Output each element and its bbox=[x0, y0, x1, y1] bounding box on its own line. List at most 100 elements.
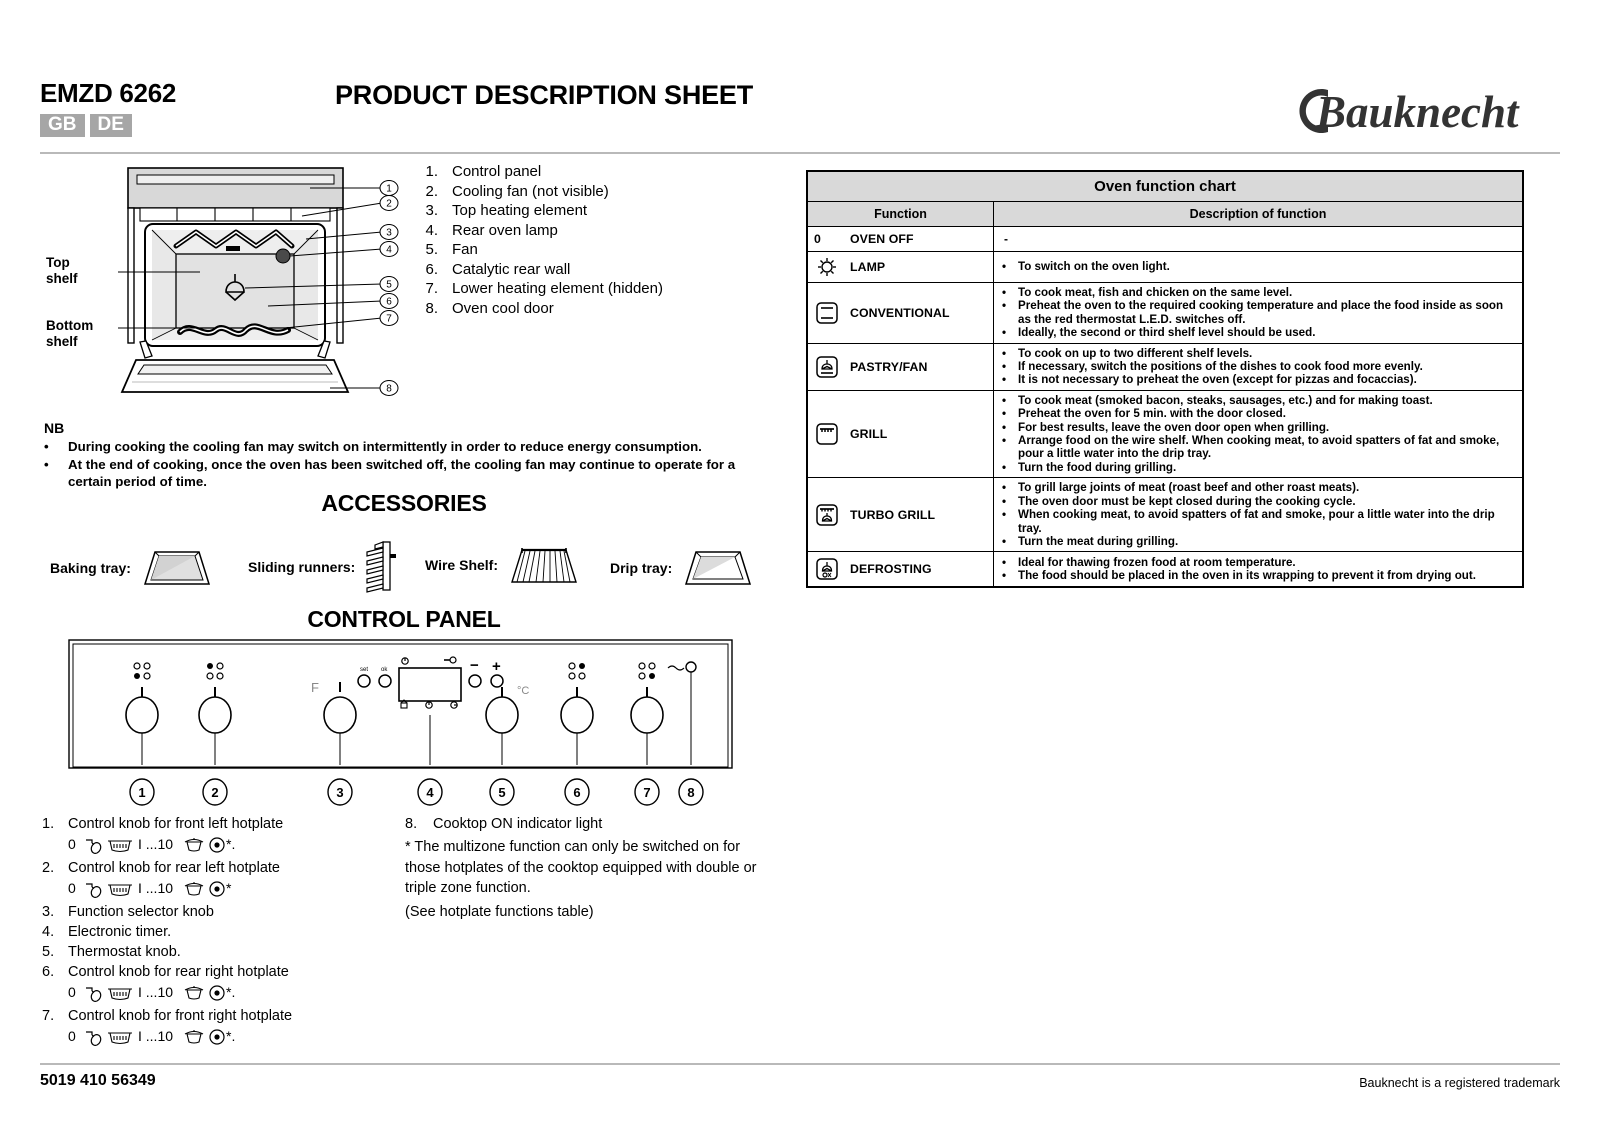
nb-title: NB bbox=[44, 420, 65, 436]
svg-text:ok: ok bbox=[381, 667, 388, 673]
description-cell: • To cook meat, fish and chicken on the s… bbox=[993, 282, 1523, 344]
language-badges: GB DE bbox=[40, 114, 132, 137]
multizone-footnote: * The multizone function can only be swi… bbox=[405, 839, 757, 896]
language-badge-de: DE bbox=[89, 114, 132, 137]
bullet-item: • Ideally, the second or third shelf leve… bbox=[1002, 326, 1316, 340]
list-item: 1. Control knob for front left hotplate bbox=[42, 816, 284, 832]
svg-text:0: 0 bbox=[68, 984, 76, 1000]
zero-icon: 0 bbox=[814, 232, 821, 246]
svg-text:4: 4 bbox=[386, 245, 392, 256]
svg-text:0: 0 bbox=[68, 836, 76, 852]
column-header-function: Function bbox=[807, 201, 994, 227]
description-cell: • To cook on up to two different shelf le… bbox=[993, 342, 1523, 391]
svg-text:*: * bbox=[226, 880, 232, 896]
bullet-item: • When cooking meat, to avoid spatters of… bbox=[1002, 508, 1495, 535]
svg-text:7: 7 bbox=[643, 785, 650, 800]
bullet-item: • It is not necessary to preheat the oven… bbox=[1002, 373, 1417, 387]
bullet-icon: • bbox=[44, 457, 49, 472]
top-shelf-label: Top shelf bbox=[46, 255, 78, 286]
bullet-icon: • bbox=[1002, 434, 1007, 448]
marker-6: 6 bbox=[564, 778, 590, 806]
accessories-title: ACCESSORIES bbox=[321, 490, 487, 516]
svg-text:I ...10: I ...10 bbox=[138, 880, 173, 896]
list-item: 7. Control knob for front right hotplate bbox=[42, 1008, 293, 1024]
bullet-icon: • bbox=[1002, 494, 1007, 508]
table-row: PASTRY/FAN • To cook on up to two differe… bbox=[807, 342, 1523, 391]
lamp-icon bbox=[814, 256, 840, 278]
table-row: 0 OVEN OFF - bbox=[807, 226, 1523, 252]
table-row: GRILL • To cook meat (smoked bacon, steak… bbox=[807, 389, 1523, 479]
pastry-fan-icon bbox=[814, 354, 840, 380]
control-panel-left-list: 1. Control knob for front left hotplate … bbox=[42, 814, 402, 1050]
control-panel-diagram: F set ok − + °C bbox=[68, 639, 733, 773]
defrosting-icon bbox=[814, 556, 840, 582]
oven-function-chart: Oven function chart Function Description… bbox=[806, 170, 1524, 589]
svg-text:I ...10: I ...10 bbox=[138, 836, 173, 852]
accessories-row: Baking tray: Sliding runners: Wire Shelf… bbox=[50, 524, 780, 593]
control-panel-markers: 1 2 3 4 5 6 7 8 bbox=[68, 778, 733, 806]
bullet-icon: • bbox=[44, 439, 49, 454]
marker-7: 7 bbox=[634, 778, 660, 806]
accessory-drip-tray: Drip tray: bbox=[610, 544, 756, 592]
dash-marker: - bbox=[1004, 232, 1008, 246]
marker-5: 5 bbox=[489, 778, 515, 806]
description-cell: • Ideal for thawing frozen food at room t… bbox=[993, 551, 1523, 588]
list-item: 2. Control knob for rear left hotplate bbox=[42, 860, 280, 876]
list-item: 1. Control panel bbox=[425, 163, 542, 180]
function-cell: 0 OVEN OFF bbox=[807, 226, 994, 252]
svg-text:4: 4 bbox=[426, 785, 434, 800]
list-item: 5. Thermostat knob. bbox=[42, 944, 181, 960]
bullet-icon: • bbox=[1002, 286, 1007, 299]
marker-2: 2 bbox=[202, 778, 228, 806]
document-code: 5019 410 56349 bbox=[40, 1072, 156, 1089]
bullet-item: • To grill large joints of meat (roast be… bbox=[1002, 481, 1360, 495]
bullet-item: • The oven door must be kept closed durin… bbox=[1002, 494, 1356, 508]
list-item: 4. Rear oven lamp bbox=[425, 221, 558, 239]
hotplate-symbol-row: 0 I ...10 bbox=[68, 982, 402, 1004]
description-cell: • To grill large joints of meat (roast be… bbox=[993, 477, 1523, 553]
hotplate-table-reference: (See hotplate functions table) bbox=[405, 903, 594, 920]
bullet-item: • The food should be placed in the oven i… bbox=[1002, 569, 1476, 583]
bullet-icon: • bbox=[1002, 326, 1007, 340]
hotplate-symbol-row: 0 I ...10 bbox=[68, 1026, 402, 1048]
svg-text:8: 8 bbox=[386, 384, 392, 395]
bauknecht-logo: Bauknecht bbox=[1270, 82, 1540, 140]
turbo-grill-icon bbox=[814, 502, 840, 528]
hotplate-symbol-row: 0 I ...10 bbox=[68, 834, 402, 856]
bullet-icon: • bbox=[1002, 373, 1007, 387]
svg-text:*.: *. bbox=[226, 984, 235, 1000]
function-cell: PASTRY/FAN bbox=[807, 342, 994, 391]
baking-tray-icon bbox=[139, 544, 215, 592]
table-title: Oven function chart bbox=[807, 171, 1523, 202]
list-item: 4. Electronic timer. bbox=[42, 924, 172, 940]
bullet-item: • To cook meat (smoked bacon, steaks, sau… bbox=[1002, 393, 1433, 407]
svg-text:set: set bbox=[360, 667, 368, 673]
marker-4: 4 bbox=[417, 778, 443, 806]
product-description-sheet: EMZD 6262 GB DE PRODUCT DESCRIPTION SHEE… bbox=[0, 0, 1600, 1129]
bullet-item: • Arrange food on the wire shelf. When co… bbox=[1002, 434, 1500, 461]
bullet-icon: • bbox=[1002, 534, 1007, 548]
bullet-item: • If necessary, switch the positions of t… bbox=[1002, 360, 1423, 374]
bullet-icon: • bbox=[1002, 360, 1007, 374]
bullet-item: • Preheat the oven to the required cookin… bbox=[1002, 299, 1504, 326]
function-cell: GRILL bbox=[807, 389, 994, 479]
wire-shelf-icon bbox=[506, 542, 582, 588]
function-cell: TURBO GRILL bbox=[807, 477, 994, 553]
nb-section: NB • During cooking the cooling fan may … bbox=[44, 420, 774, 491]
list-item: 8. Oven cool door bbox=[425, 299, 554, 317]
oven-diagram: 1 2 3 4 5 6 7 8 bbox=[40, 160, 400, 415]
bullet-icon: • bbox=[1002, 481, 1007, 495]
column-header-description: Description of function bbox=[993, 201, 1523, 227]
bullet-icon: • bbox=[1002, 260, 1007, 274]
header-divider bbox=[40, 152, 1560, 154]
bullet-item: • Turn the food during grilling. bbox=[1002, 460, 1177, 474]
bullet-icon: • bbox=[1002, 420, 1007, 434]
table-row: CONVENTIONAL • To cook meat, fish and chi… bbox=[807, 282, 1523, 344]
grill-icon bbox=[814, 421, 840, 447]
marker-8: 8 bbox=[678, 778, 704, 806]
table-row: LAMP • To switch on the oven light. bbox=[807, 251, 1523, 283]
svg-text:5: 5 bbox=[386, 280, 392, 291]
conventional-icon bbox=[814, 300, 840, 326]
language-badge-gb: GB bbox=[40, 114, 85, 137]
function-cell: DEFROSTING bbox=[807, 551, 994, 588]
